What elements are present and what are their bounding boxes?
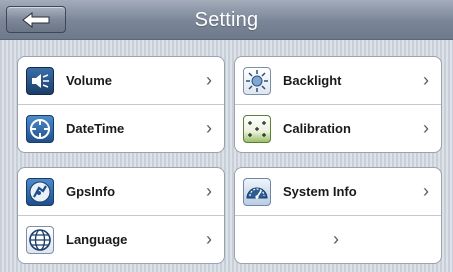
chevron-right-icon: › <box>206 70 212 90</box>
menu-item-datetime[interactable]: DateTime › <box>18 105 224 152</box>
menu-item-backlight[interactable]: Backlight › <box>235 57 441 105</box>
chevron-right-icon: › <box>206 229 212 249</box>
menu-item-label: DateTime <box>66 121 125 136</box>
back-arrow-icon <box>22 12 50 28</box>
menu-item-label: Volume <box>66 73 112 88</box>
speaker-icon <box>26 67 54 95</box>
page-title: Setting <box>194 9 259 31</box>
menu-item-label: Language <box>66 232 128 247</box>
menu-item-system-info[interactable]: System Info › <box>235 168 441 216</box>
panel-system: System Info › › <box>234 167 442 264</box>
menu-item-empty[interactable]: › <box>235 216 441 263</box>
calibration-icon <box>243 115 271 143</box>
dashboard-icon <box>243 178 271 206</box>
chevron-right-icon: › <box>423 70 429 90</box>
menu-item-volume[interactable]: Volume › <box>18 57 224 105</box>
back-button[interactable] <box>6 6 66 33</box>
chevron-right-icon: › <box>206 118 212 138</box>
title-bar: Setting <box>0 0 453 40</box>
panel-gps-language: GpsInfo › Language › <box>17 167 225 264</box>
globe-icon <box>26 226 54 254</box>
menu-item-language[interactable]: Language › <box>18 216 224 263</box>
menu-item-label: System Info <box>283 184 357 199</box>
menu-item-label: Backlight <box>283 73 342 88</box>
chevron-right-icon: › <box>333 229 339 249</box>
chevron-right-icon: › <box>423 118 429 138</box>
satellite-icon <box>26 178 54 206</box>
brightness-icon <box>243 67 271 95</box>
clock-icon <box>26 115 54 143</box>
menu-item-label: Calibration <box>283 121 351 136</box>
panel-audio-time: Volume › DateTime › <box>17 56 225 153</box>
panel-display: Backlight › Calibration › <box>234 56 442 153</box>
menu-item-label: GpsInfo <box>66 184 116 199</box>
menu-item-calibration[interactable]: Calibration › <box>235 105 441 152</box>
menu-item-gpsinfo[interactable]: GpsInfo › <box>18 168 224 216</box>
chevron-right-icon: › <box>423 181 429 201</box>
chevron-right-icon: › <box>206 181 212 201</box>
